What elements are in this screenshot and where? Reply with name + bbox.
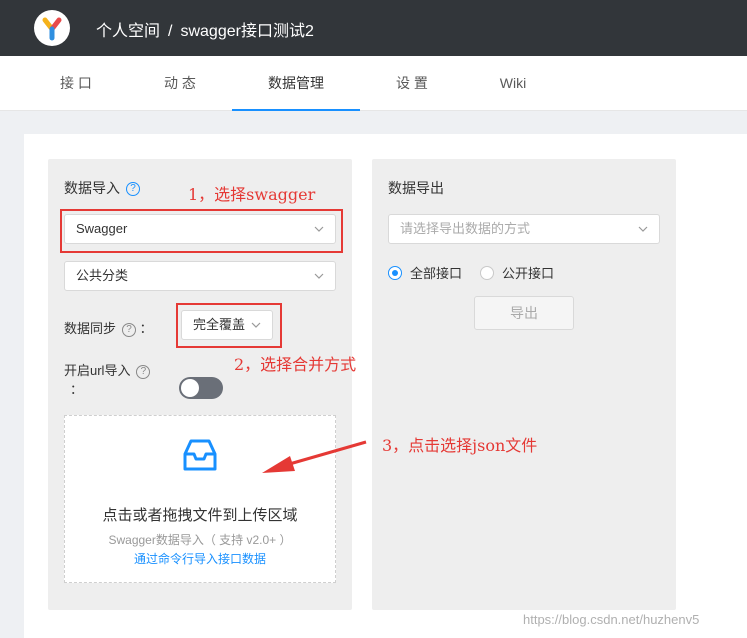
- watermark: https://blog.csdn.net/huzhenv5: [523, 612, 700, 627]
- annotation-arrow: [262, 440, 367, 473]
